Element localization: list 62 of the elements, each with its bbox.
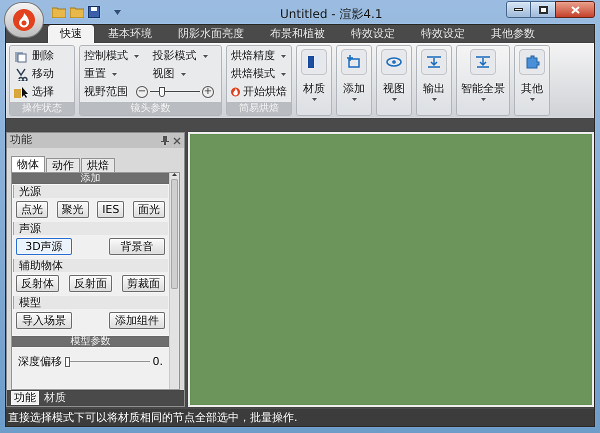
ribbon-tab[interactable]: 布景和植被 <box>258 25 337 43</box>
panel-tab[interactable]: 动作 <box>46 158 80 172</box>
button-label: 视图 <box>383 81 405 97</box>
category-label: 辅助物体 <box>13 259 168 272</box>
category-label: 模型 <box>13 296 168 309</box>
ribbon-button[interactable]: 选择 <box>14 83 70 101</box>
ribbon-tab[interactable]: 特效设定 <box>409 25 477 43</box>
ribbon-button[interactable]: 删除 <box>14 47 70 65</box>
panel-button[interactable]: 聚光 <box>56 201 89 218</box>
panel-tab[interactable]: 材质 <box>41 391 69 405</box>
button-label: 材质 <box>303 81 325 97</box>
value-text: 0. <box>152 354 163 370</box>
category-label: 光源 <box>13 185 168 198</box>
group-label: 镜头参数 <box>80 102 221 115</box>
panel-button[interactable]: 反射体 <box>16 275 59 292</box>
panel-button[interactable]: 添加组件 <box>109 312 165 329</box>
group-label: 操作状态 <box>10 102 74 115</box>
status-text: 直接选择模式下可以将材质相同的节点全部选中，批量操作. <box>6 409 594 426</box>
zoom-in-button[interactable]: + <box>202 86 214 98</box>
large-button[interactable]: 添加 <box>336 45 372 116</box>
large-button[interactable]: 其他 <box>514 45 550 116</box>
ribbon-button[interactable]: 移动 <box>14 65 70 83</box>
button-label: 智能全景 <box>461 81 505 97</box>
panel-button[interactable]: 剪裁面 <box>122 275 165 292</box>
ribbon-tab[interactable]: 基本环境 <box>96 25 164 43</box>
button-label: 其他 <box>521 81 543 97</box>
dropdown[interactable]: 重置 <box>84 65 148 83</box>
zoom-out-button[interactable]: − <box>136 86 148 98</box>
category-label: 声源 <box>13 222 168 235</box>
panel-button[interactable]: 点光 <box>16 201 48 218</box>
large-button[interactable]: 智能全景 <box>456 45 510 116</box>
large-button[interactable]: 视图 <box>376 45 412 116</box>
ribbon-tab[interactable]: 特效设定 <box>339 25 407 43</box>
ribbon-tab[interactable]: 阴影水面亮度 <box>166 25 256 43</box>
panel-title: 功能 <box>10 132 33 148</box>
panel-button[interactable]: 反射面 <box>69 275 112 292</box>
field-label: 视野范围 <box>84 84 128 100</box>
panel-button[interactable]: 面光 <box>132 201 165 218</box>
panel-tab[interactable]: 烘焙 <box>81 158 115 172</box>
panel-tab[interactable]: 物体 <box>11 156 45 172</box>
dropdown[interactable]: 视图 <box>152 65 217 83</box>
ribbon-button[interactable]: 开始烘焙 <box>231 83 287 101</box>
group-label: 简易烘焙 <box>227 102 291 115</box>
panel-button[interactable]: 导入场景 <box>16 312 72 329</box>
button-label: 添加 <box>343 81 365 97</box>
large-button[interactable]: 输出 <box>416 45 452 116</box>
dropdown[interactable]: 烘焙精度 <box>231 47 287 65</box>
section-header: 添加 <box>12 173 169 184</box>
ribbon-tab[interactable]: 其他参数 <box>479 25 547 43</box>
button-label: 输出 <box>423 81 445 97</box>
window-title: Untitled - 渲影4.1 <box>280 6 383 23</box>
large-button[interactable]: 材质 <box>296 45 332 116</box>
dropdown[interactable]: 投影模式 <box>152 47 217 65</box>
panel-button[interactable]: IES <box>97 201 124 218</box>
field-label: 深度偏移 <box>18 354 62 370</box>
panel-tab[interactable]: 功能 <box>11 391 39 405</box>
dropdown[interactable]: 烘焙模式 <box>231 65 287 83</box>
panel-button[interactable]: 背景音 <box>109 238 165 255</box>
panel-button[interactable]: 3D声源 <box>16 238 72 255</box>
section-header: 模型参数 <box>12 336 169 347</box>
dropdown[interactable]: 控制模式 <box>84 47 148 65</box>
ribbon-tab[interactable]: 快速 <box>48 25 94 43</box>
